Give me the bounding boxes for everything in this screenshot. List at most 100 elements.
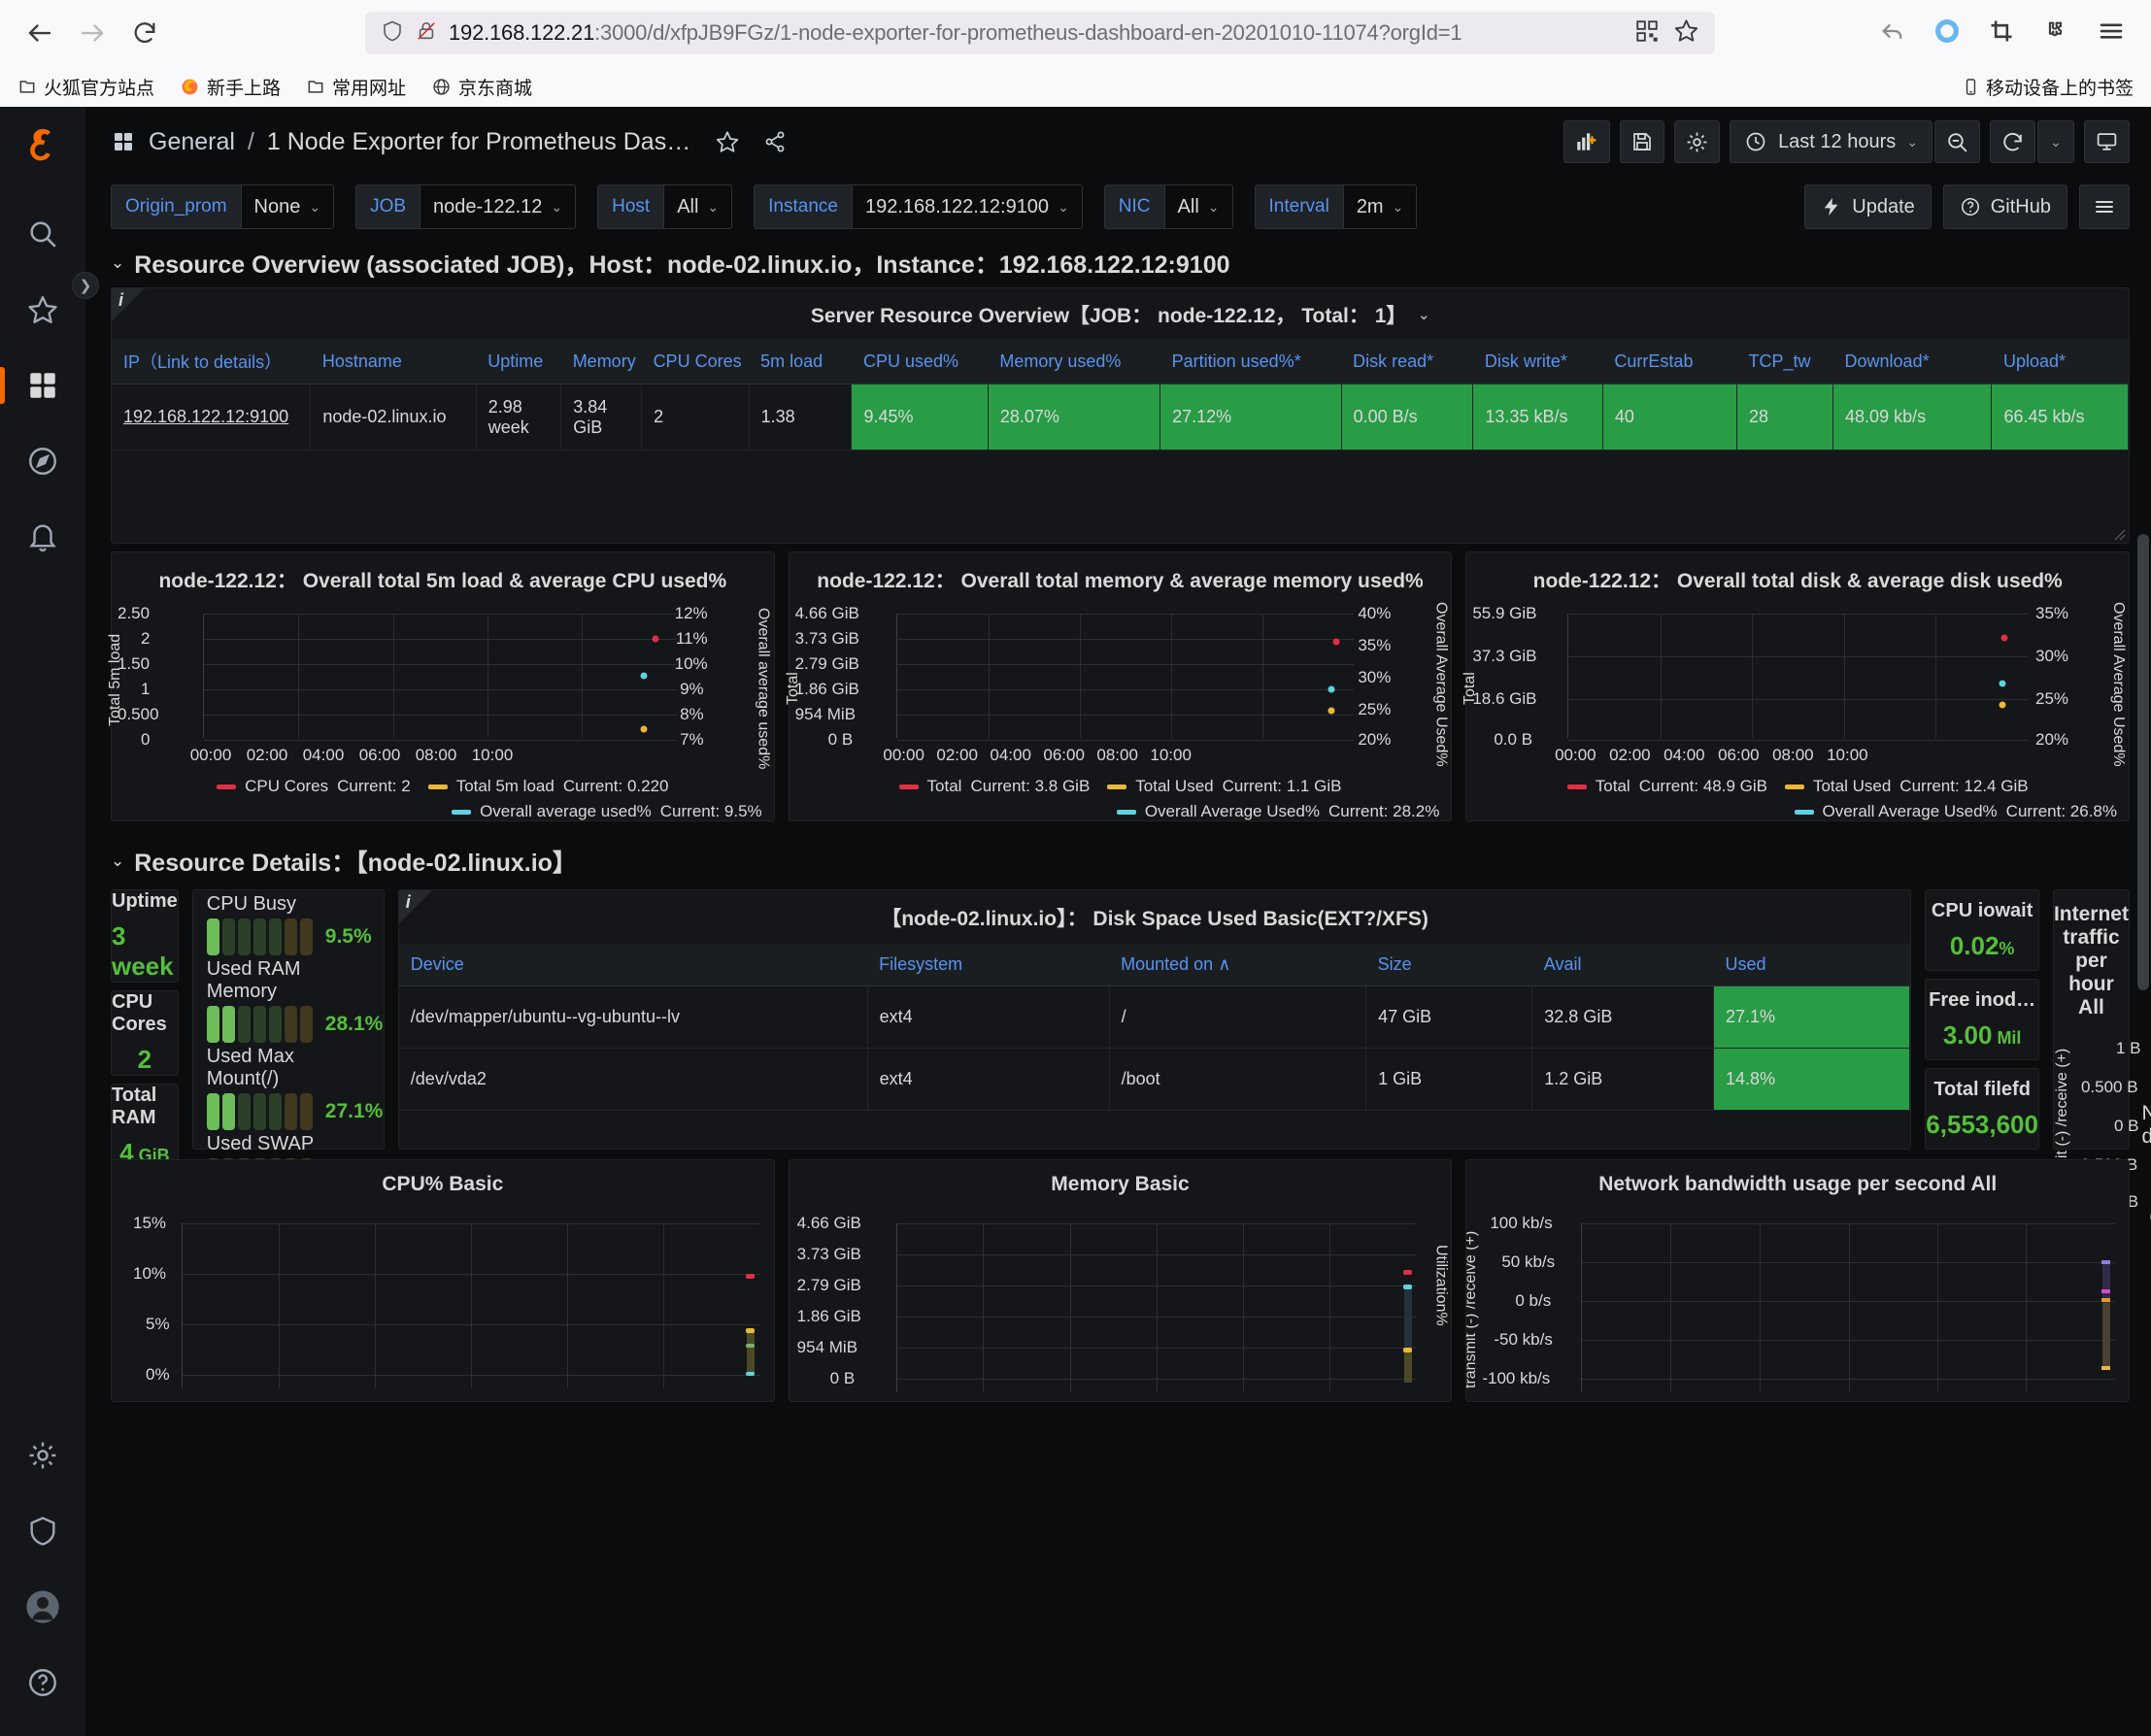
col-disk-write[interactable]: Disk write* (1472, 339, 1603, 384)
reload-button[interactable] (122, 11, 167, 55)
bookmark-star-icon[interactable] (1673, 17, 1699, 49)
x-tick: 06:00 (1043, 746, 1085, 764)
col-filesystem[interactable]: Filesystem (867, 944, 1110, 986)
y-tick: 10% (133, 1264, 167, 1283)
update-link-button[interactable]: Update (1804, 184, 1932, 229)
col-used[interactable]: Used (1713, 944, 1910, 986)
sidebar-item-dashboards[interactable] (0, 355, 73, 416)
star-icon[interactable] (715, 129, 740, 154)
panel-info-indicator[interactable]: i (118, 290, 123, 311)
col-download[interactable]: Download* (1832, 339, 1992, 384)
undo-icon[interactable] (1879, 17, 1906, 50)
refresh-button[interactable] (1990, 120, 2035, 163)
share-icon[interactable] (762, 129, 788, 154)
panel-server-resource-overview: i Server Resource Overview【JOB： node-122… (111, 287, 2130, 544)
col-cpu-used[interactable]: CPU used% (851, 339, 989, 384)
time-range-picker[interactable]: Last 12 hours ⌄ (1730, 120, 1933, 163)
variable-value[interactable]: All ⌄ (1163, 184, 1233, 229)
legend-item[interactable]: Total Used Current: 12.4 GiB (1784, 777, 2029, 796)
add-panel-button[interactable] (1563, 120, 1611, 163)
github-link-button[interactable]: GitHub (1942, 184, 2067, 229)
variable-value[interactable]: 2m ⌄ (1342, 184, 1418, 229)
x-tick: 04:00 (990, 746, 1031, 764)
col-memory[interactable]: Memory (560, 339, 642, 384)
col-disk-read[interactable]: Disk read* (1341, 339, 1473, 384)
bookmark-item[interactable]: 火狐官方站点 (17, 74, 154, 100)
bookmark-item[interactable]: 京东商城 (431, 74, 532, 100)
col-upload[interactable]: Upload* (1991, 339, 2129, 384)
left-stat-column: Uptime 3 week CPU Cores 2 Total RAM 4 Gi… (111, 889, 179, 1169)
chevron-down-icon[interactable]: ⌄ (1418, 307, 1429, 323)
extension-puzzle-icon[interactable] (2042, 17, 2069, 50)
sidebar-item-alerting[interactable] (13, 507, 73, 567)
col-hostname[interactable]: Hostname (310, 339, 477, 384)
legend-item[interactable]: Overall Average Used% Current: 26.8% (1794, 802, 2117, 821)
screenshot-icon[interactable] (1988, 17, 2015, 50)
legend-label: Overall average used% (480, 802, 652, 820)
breadcrumb-folder[interactable]: General (149, 128, 235, 156)
hamburger-menu-icon[interactable] (2097, 17, 2126, 50)
bookmark-item[interactable]: 新手上路 (180, 74, 281, 100)
refresh-interval-picker[interactable]: ⌄ (2037, 120, 2074, 163)
sidebar-item-explore[interactable] (13, 431, 73, 491)
dashboard-links-menu-button[interactable] (2079, 184, 2130, 229)
chevron-down-icon: ⌄ (309, 198, 321, 215)
sidebar-item-profile[interactable] (13, 1577, 73, 1637)
col-size[interactable]: Size (1365, 944, 1532, 986)
sync-circle-icon[interactable] (1933, 17, 1961, 50)
zoom-out-time-button[interactable] (1934, 120, 1980, 163)
variable-value[interactable]: 192.168.122.12:9100 ⌄ (851, 184, 1083, 229)
legend-current: Current: 48.9 GiB (1638, 777, 1767, 795)
legend-item[interactable]: Total Current: 3.8 GiB (898, 777, 1090, 796)
grafana-logo-icon[interactable] (16, 120, 70, 175)
variable-value[interactable]: node-122.12 ⌄ (420, 184, 577, 229)
col-currestab[interactable]: CurrEstab (1602, 339, 1737, 384)
bookmark-item[interactable]: 常用网址 (306, 74, 406, 100)
col-uptime[interactable]: Uptime (476, 339, 561, 384)
mobile-bookmarks-item[interactable]: 移动设备上的书签 (1962, 74, 2134, 100)
col-mounted-on[interactable]: Mounted on ∧ (1109, 944, 1366, 986)
row-header-resource-details[interactable]: ⌄ Resource Details：【node-02.linux.io】 (111, 839, 2130, 884)
panel-info-indicator[interactable]: i (406, 892, 411, 913)
page-scrollbar[interactable] (2137, 534, 2149, 990)
tv-mode-button[interactable] (2084, 120, 2130, 163)
ip-link[interactable]: 192.168.122.12:9100 (123, 407, 288, 426)
sidebar-item-configuration[interactable] (13, 1425, 73, 1486)
sidebar-item-starred[interactable] (13, 280, 73, 340)
legend-current: Current: 28.2% (1328, 802, 1440, 820)
cell-ip[interactable]: 192.168.122.12:9100 (112, 384, 312, 451)
legend-item[interactable]: Overall average used% Current: 9.5% (452, 802, 762, 821)
legend-item[interactable]: CPU Cores Current: 2 (217, 777, 411, 796)
legend-item[interactable]: Overall Average Used% Current: 28.2% (1116, 802, 1440, 821)
col-tcp-tw[interactable]: TCP_tw (1736, 339, 1833, 384)
col-partition-used[interactable]: Partition used%* (1160, 339, 1342, 384)
variable-value[interactable]: All ⌄ (663, 184, 733, 229)
variable-value[interactable]: None ⌄ (240, 184, 335, 229)
sidebar-item-help[interactable] (13, 1653, 73, 1713)
address-bar[interactable]: 192.168.122.21:3000/d/xfpJB9FGz/1-node-e… (365, 12, 1715, 54)
mobile-device-icon (1966, 78, 1976, 95)
forward-button[interactable] (70, 11, 115, 55)
qr-code-icon[interactable] (1634, 18, 1660, 49)
col-memory-used[interactable]: Memory used% (988, 339, 1160, 384)
bookmark-label: 新手上路 (207, 78, 282, 99)
save-dashboard-button[interactable] (1620, 120, 1665, 163)
col-cpu-cores[interactable]: CPU Cores (641, 339, 750, 384)
legend-item[interactable]: Total Used Current: 1.1 GiB (1107, 777, 1341, 796)
legend-item[interactable]: Total 5m load Current: 0.220 (427, 777, 669, 796)
legend-item[interactable]: Total Current: 48.9 GiB (1566, 777, 1767, 796)
dashboard-settings-button[interactable] (1674, 120, 1721, 163)
col-ip[interactable]: IP（Link to details） (112, 339, 311, 384)
cell-mount: / (1109, 985, 1367, 1049)
cell-filesystem: ext4 (867, 985, 1110, 1049)
col-avail[interactable]: Avail (1531, 944, 1714, 986)
sidebar-item-search[interactable] (13, 204, 73, 264)
back-button[interactable] (17, 11, 62, 55)
table-header-row: IP（Link to details） Hostname Uptime Memo… (112, 339, 2129, 384)
panel-resize-handle[interactable] (2114, 528, 2126, 541)
sidebar-item-server-admin[interactable] (13, 1501, 73, 1561)
variable-label: Interval (1254, 184, 1343, 229)
col-device[interactable]: Device (398, 944, 868, 986)
row-header-resource-overview[interactable]: ⌄ Resource Overview (associated JOB)，Hos… (111, 241, 2130, 285)
col-5m-load[interactable]: 5m load (749, 339, 852, 384)
